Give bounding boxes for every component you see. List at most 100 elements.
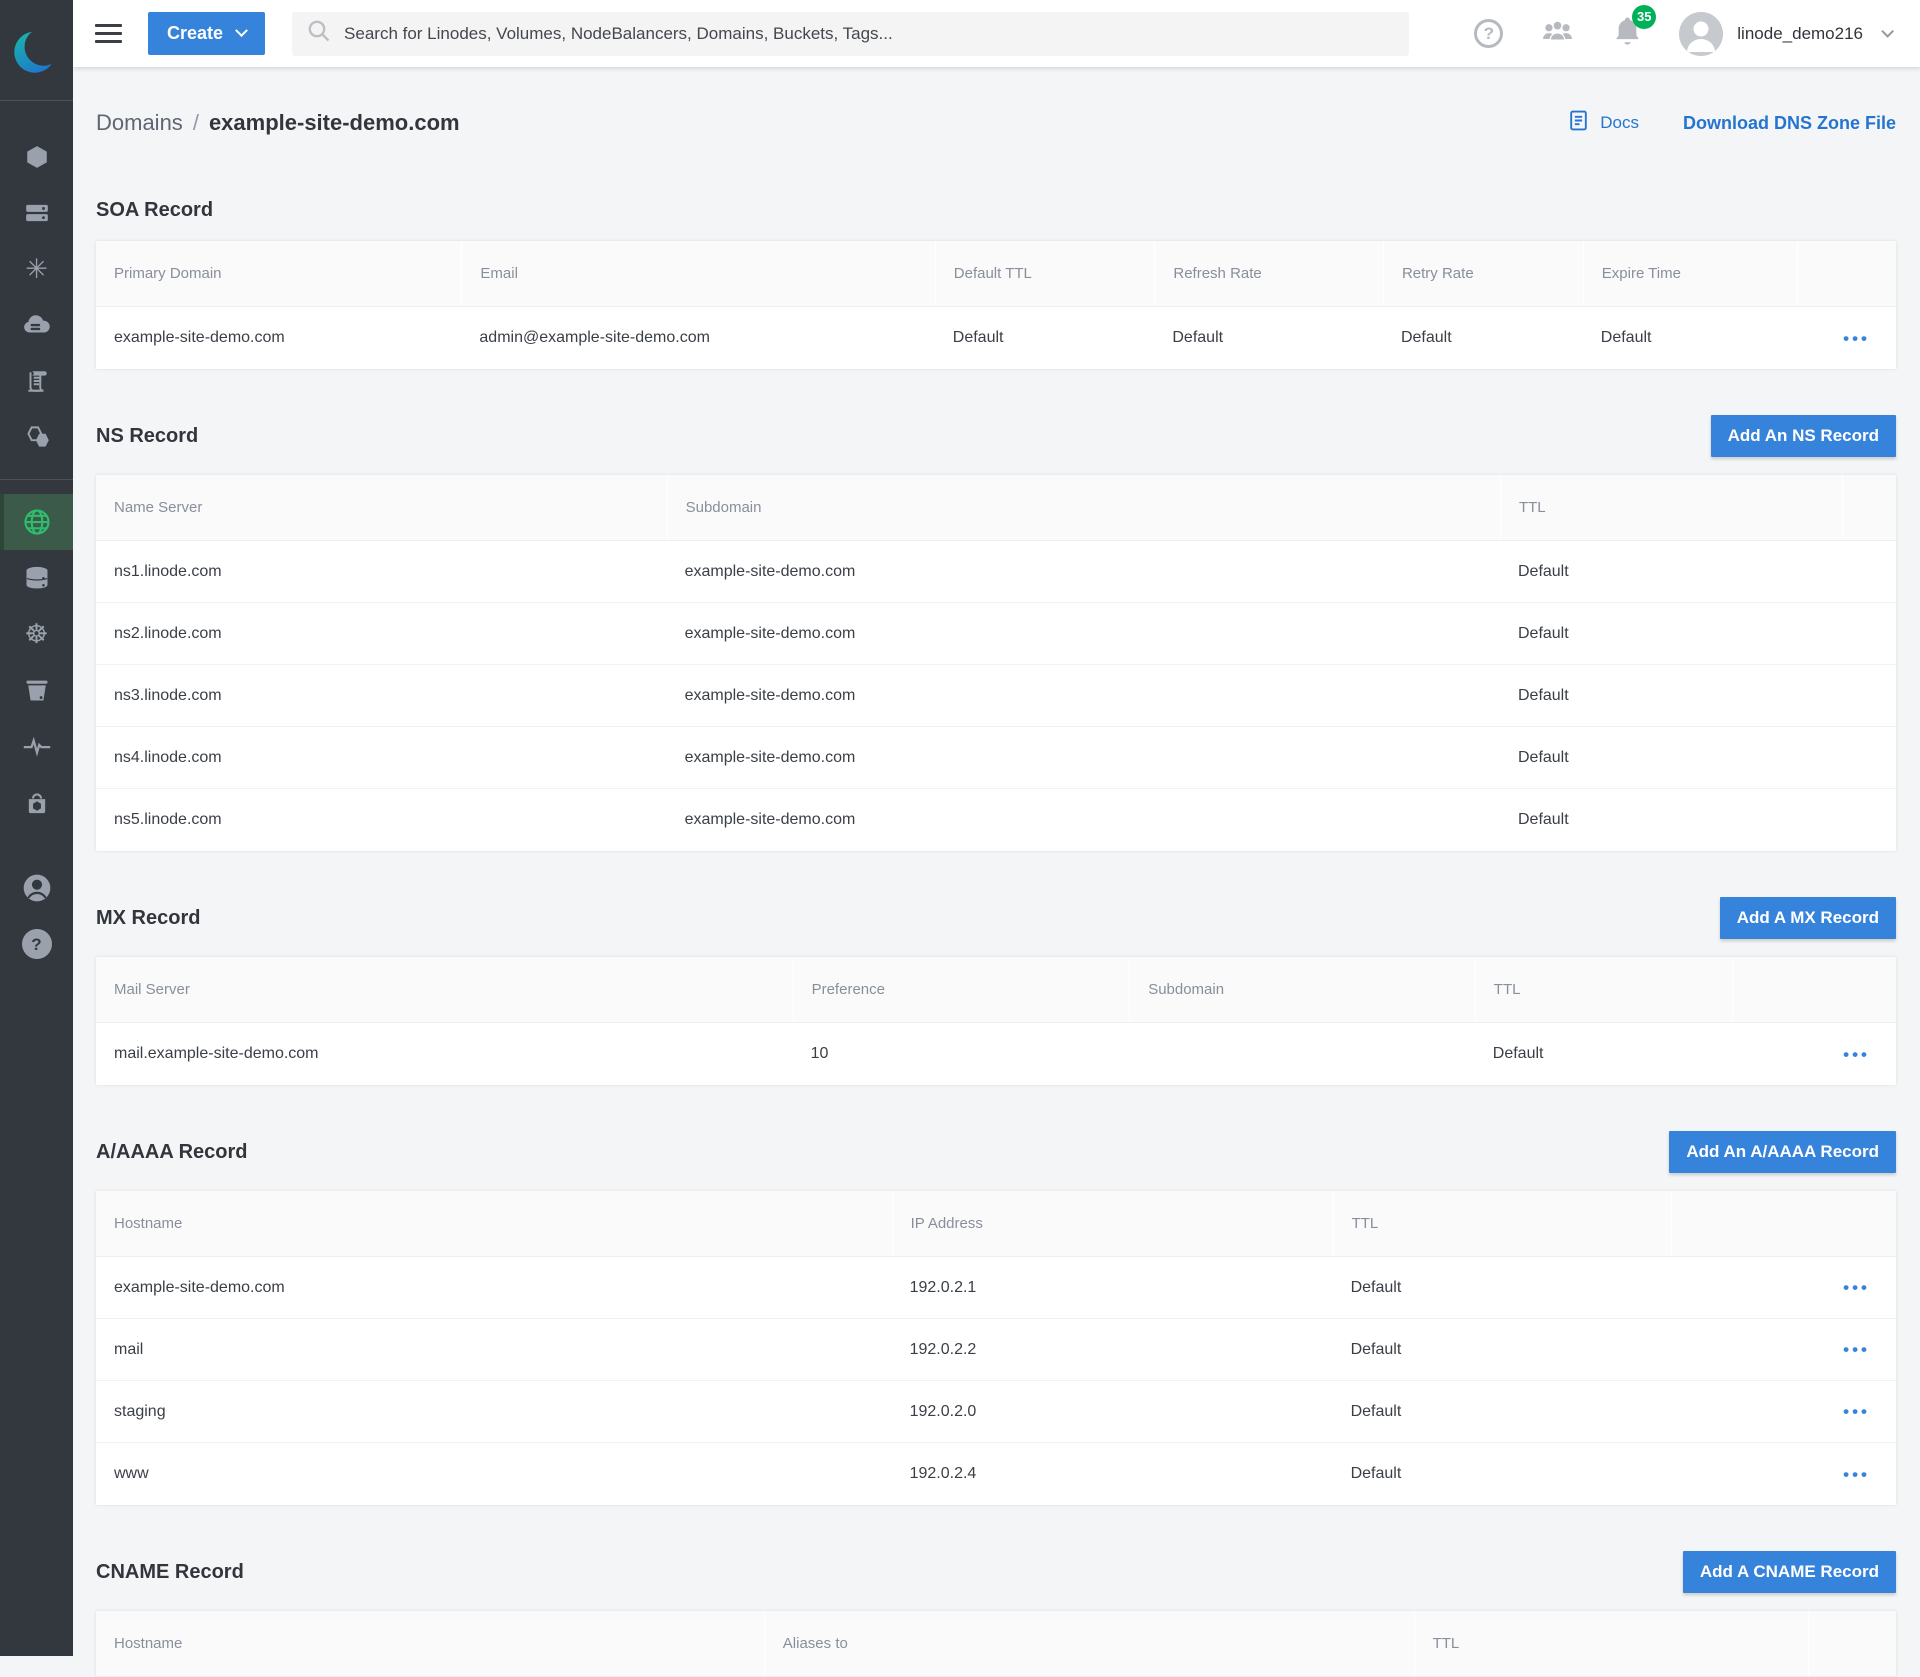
row-actions-button[interactable]: ••• <box>1843 330 1870 347</box>
section-title-mx: MX Record <box>96 907 200 930</box>
breadcrumb-domains-link[interactable]: Domains <box>96 110 183 136</box>
row-actions-button[interactable]: ••• <box>1843 1466 1870 1483</box>
cell-ttl: Default <box>1500 811 1842 829</box>
table-row: mail 192.0.2.2 Default ••• <box>96 1319 1896 1381</box>
column-header: Refresh Rate <box>1154 241 1383 306</box>
sidebar-item-linodes[interactable] <box>0 129 73 185</box>
sidebar-divider <box>0 479 73 480</box>
cell-refresh-rate: Default <box>1154 329 1383 347</box>
row-actions-button[interactable]: ••• <box>1843 1403 1870 1420</box>
avatar <box>1679 12 1723 56</box>
help-icon[interactable]: ? <box>1474 19 1503 48</box>
account-icon <box>21 872 53 904</box>
column-header-actions <box>1671 1191 1896 1256</box>
cell-name-server: ns4.linode.com <box>96 749 667 767</box>
sidebar-item-help[interactable]: ? <box>0 916 73 972</box>
databases-icon <box>23 564 51 592</box>
sidebar-item-stackscripts[interactable] <box>0 353 73 409</box>
linodes-icon <box>24 144 50 170</box>
search-input[interactable] <box>344 24 1394 44</box>
cell-ip-address: 192.0.2.0 <box>892 1403 1333 1421</box>
linode-logo[interactable] <box>0 0 73 100</box>
add-ns-record-button[interactable]: Add An NS Record <box>1711 415 1896 457</box>
table-header-row: Mail Server Preference Subdomain TTL <box>96 957 1896 1023</box>
column-header: IP Address <box>892 1191 1333 1256</box>
cell-ttl: Default <box>1500 687 1842 705</box>
table-row: ns4.linode.com example-site-demo.com Def… <box>96 727 1896 789</box>
cell-email: admin@example-site-demo.com <box>461 329 934 347</box>
cell-ttl: Default <box>1500 625 1842 643</box>
create-button[interactable]: Create <box>148 12 265 55</box>
soa-table: Primary Domain Email Default TTL Refresh… <box>96 241 1896 369</box>
stackscripts-icon <box>24 368 50 394</box>
add-a-aaaa-record-button[interactable]: Add An A/AAAA Record <box>1669 1131 1896 1173</box>
cell-subdomain: example-site-demo.com <box>667 563 1500 581</box>
sidebar-item-kubernetes[interactable]: ☸ <box>0 606 73 662</box>
sidebar-item-nodebalancers[interactable]: ✳ <box>0 241 73 297</box>
cell-expire-time: Default <box>1583 329 1797 347</box>
docs-link[interactable]: Docs <box>1567 109 1639 137</box>
domains-globe-icon <box>22 507 52 537</box>
column-header: TTL <box>1333 1191 1671 1256</box>
sidebar-item-account[interactable] <box>0 860 73 916</box>
cell-name-server: ns1.linode.com <box>96 563 667 581</box>
cell-primary-domain: example-site-demo.com <box>96 329 461 347</box>
column-header: TTL <box>1475 957 1732 1022</box>
column-header: TTL <box>1414 1611 1808 1676</box>
chevron-down-icon <box>235 24 248 37</box>
help-icon: ? <box>22 929 52 959</box>
cell-name-server: ns3.linode.com <box>96 687 667 705</box>
table-row: example-site-demo.com 192.0.2.1 Default … <box>96 1257 1896 1319</box>
longview-pulse-icon <box>22 735 52 757</box>
notifications-bell-icon[interactable]: 35 <box>1612 15 1643 53</box>
sidebar-item-longview[interactable] <box>0 718 73 774</box>
community-icon[interactable] <box>1539 16 1576 51</box>
table-header-row: Hostname Aliases to TTL <box>96 1611 1896 1677</box>
column-header: Email <box>461 241 934 306</box>
download-dns-zone-file-link[interactable]: Download DNS Zone File <box>1683 113 1896 134</box>
table-header-row: Name Server Subdomain TTL <box>96 475 1896 541</box>
search-icon <box>307 19 331 48</box>
table-header-row: Primary Domain Email Default TTL Refresh… <box>96 241 1896 307</box>
a-aaaa-section-header: A/AAAA Record Add An A/AAAA Record <box>96 1129 1896 1175</box>
column-header: Hostname <box>96 1191 892 1256</box>
mx-section-header: MX Record Add A MX Record <box>96 895 1896 941</box>
sidebar-item-databases[interactable] <box>0 550 73 606</box>
sidebar-item-oneclick-apps[interactable] <box>0 297 73 353</box>
sidebar-item-domains[interactable] <box>0 494 73 550</box>
cell-subdomain: example-site-demo.com <box>667 687 1500 705</box>
cell-ttl: Default <box>1500 749 1842 767</box>
row-actions-button[interactable]: ••• <box>1843 1341 1870 1358</box>
sidebar-item-images[interactable] <box>0 409 73 465</box>
hamburger-menu-icon[interactable] <box>95 19 122 48</box>
table-row: ns5.linode.com example-site-demo.com Def… <box>96 789 1896 851</box>
soa-section-header: SOA Record <box>96 195 1896 225</box>
cell-preference: 10 <box>793 1045 1130 1063</box>
docs-icon <box>1567 109 1590 137</box>
cell-ip-address: 192.0.2.2 <box>892 1341 1333 1359</box>
cell-ip-address: 192.0.2.4 <box>892 1465 1333 1483</box>
sidebar-item-volumes[interactable] <box>0 185 73 241</box>
sidebar-item-managed[interactable] <box>0 774 73 830</box>
add-cname-record-button[interactable]: Add A CNAME Record <box>1683 1551 1896 1593</box>
cell-ttl: Default <box>1333 1341 1671 1359</box>
cname-section-header: CNAME Record Add A CNAME Record <box>96 1549 1896 1595</box>
username: linode_demo216 <box>1737 24 1863 44</box>
row-actions-button[interactable]: ••• <box>1843 1046 1870 1063</box>
column-header-actions <box>1808 1611 1896 1676</box>
chevron-down-icon <box>1881 25 1894 38</box>
table-row: staging 192.0.2.0 Default ••• <box>96 1381 1896 1443</box>
table-header-row: Hostname IP Address TTL <box>96 1191 1896 1257</box>
cell-subdomain: example-site-demo.com <box>667 749 1500 767</box>
page-title: example-site-demo.com <box>209 110 460 136</box>
add-mx-record-button[interactable]: Add A MX Record <box>1720 897 1896 939</box>
column-header: Retry Rate <box>1383 241 1583 306</box>
sidebar-item-object-storage[interactable] <box>0 662 73 718</box>
global-search <box>292 12 1409 56</box>
user-menu[interactable]: linode_demo216 <box>1679 12 1890 56</box>
cell-ttl: Default <box>1333 1403 1671 1421</box>
cell-mail-server: mail.example-site-demo.com <box>96 1045 793 1063</box>
cell-hostname: example-site-demo.com <box>96 1279 892 1297</box>
volumes-icon <box>23 200 51 226</box>
row-actions-button[interactable]: ••• <box>1843 1279 1870 1296</box>
